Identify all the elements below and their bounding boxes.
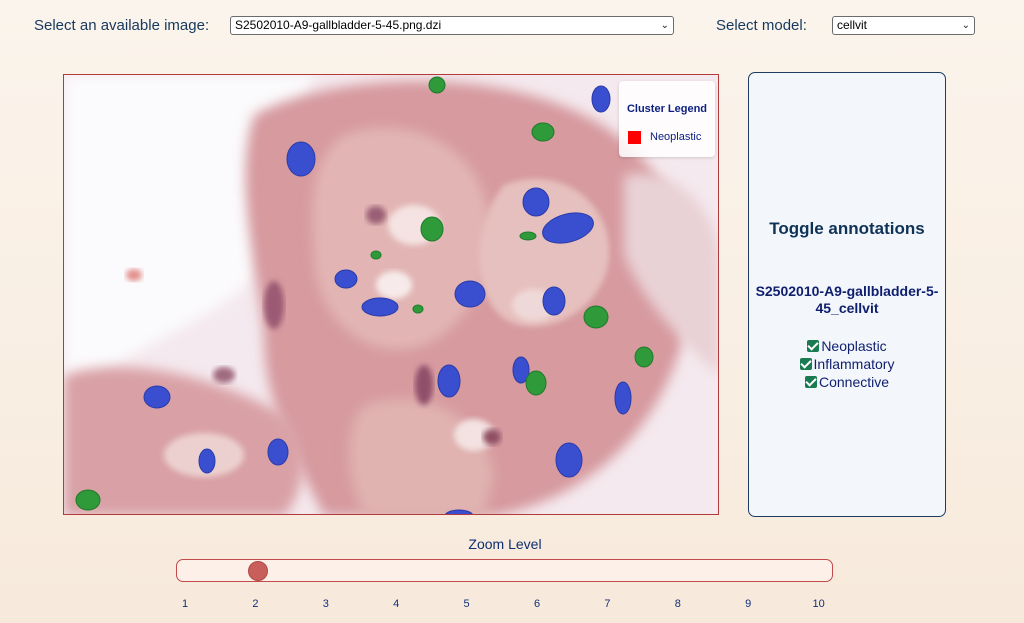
zoom-tick-label: 8 bbox=[674, 598, 681, 610]
annotation-file-name: S2502010-A9-gallbladder-5-45_cellvit bbox=[755, 283, 939, 316]
zoom-tick-label: 7 bbox=[604, 598, 611, 610]
model-select[interactable]: cellvit ⌄ bbox=[832, 16, 975, 35]
model-select-label: Select model: bbox=[716, 17, 807, 34]
zoom-level-label: Zoom Level bbox=[468, 536, 542, 552]
zoom-tick-label: 9 bbox=[745, 598, 752, 610]
annotations-panel: Toggle annotations S2502010-A9-gallbladd… bbox=[748, 72, 946, 517]
toggle-label: Connective bbox=[818, 374, 890, 390]
zoom-tick-label: 6 bbox=[533, 598, 541, 610]
image-select-value: S2502010-A9-gallbladder-5-45.png.dzi bbox=[235, 18, 442, 32]
zoom-tick-label: 10 bbox=[812, 598, 825, 610]
checkbox-checked-icon[interactable] bbox=[799, 358, 812, 370]
zoom-slider-track[interactable] bbox=[176, 559, 833, 582]
chevron-down-icon: ⌄ bbox=[961, 20, 970, 31]
zoom-tick-label: 1 bbox=[181, 598, 189, 610]
panel-title: Toggle annotations bbox=[769, 219, 925, 238]
zoom-tick-label: 3 bbox=[322, 598, 329, 610]
zoom-tick-label: 4 bbox=[393, 598, 400, 610]
cluster-legend: Cluster Legend Neoplastic bbox=[619, 81, 715, 157]
image-select-label: Select an available image: bbox=[34, 17, 210, 34]
toggle-label: Inflammatory bbox=[813, 356, 895, 372]
toggle-connective[interactable]: Connective bbox=[749, 374, 945, 390]
checkbox-checked-icon[interactable] bbox=[807, 340, 820, 352]
zoom-tick-label: 5 bbox=[463, 598, 470, 610]
image-viewer[interactable]: Cluster Legend Neoplastic bbox=[63, 74, 719, 515]
legend-title: Cluster Legend bbox=[626, 103, 708, 115]
chevron-down-icon: ⌄ bbox=[660, 20, 669, 31]
toggle-neoplastic[interactable]: Neoplastic bbox=[749, 338, 945, 354]
legend-label-neoplastic: Neoplastic bbox=[650, 131, 702, 143]
model-select-value: cellvit bbox=[837, 18, 868, 32]
toggle-inflammatory[interactable]: Inflammatory bbox=[749, 356, 945, 372]
image-select[interactable]: S2502010-A9-gallbladder-5-45.png.dzi ⌄ bbox=[230, 16, 674, 35]
checkbox-checked-icon[interactable] bbox=[804, 376, 817, 388]
legend-swatch-neoplastic bbox=[628, 131, 641, 144]
toggle-label: Neoplastic bbox=[821, 338, 887, 354]
zoom-tick-label: 2 bbox=[252, 598, 259, 610]
